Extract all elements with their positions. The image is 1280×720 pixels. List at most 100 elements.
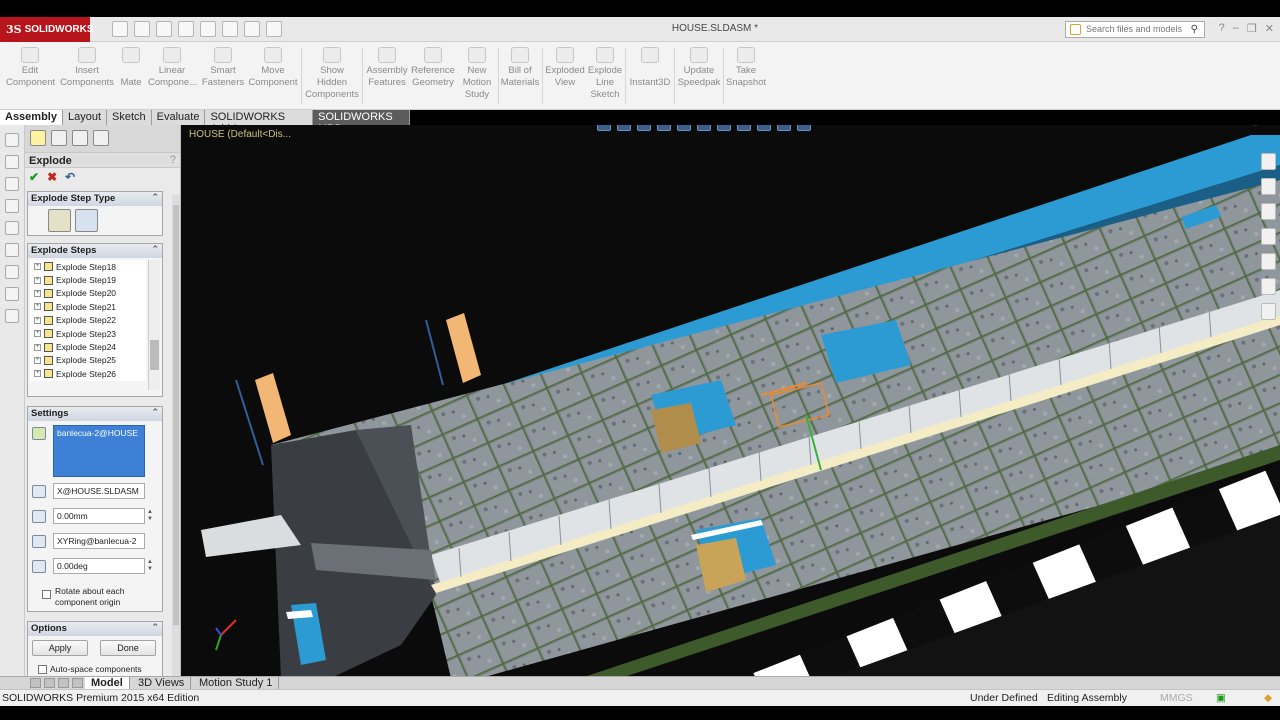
- viewport-restore-icon[interactable]: ❐: [1236, 125, 1244, 127]
- linear-component-pattern-button[interactable]: Linear Compone...: [148, 47, 197, 89]
- options-header[interactable]: Options ⌃: [28, 622, 162, 636]
- steps-scrollbar[interactable]: [148, 260, 160, 390]
- expand-icon[interactable]: +: [34, 303, 41, 311]
- list-item[interactable]: + Explode Step18: [30, 260, 146, 273]
- list-item[interactable]: + Explode Step21: [30, 300, 146, 313]
- take-snapshot-button[interactable]: Take Snapshot: [726, 47, 766, 89]
- expand-icon[interactable]: +: [34, 356, 41, 364]
- expand-icon[interactable]: +: [34, 370, 41, 378]
- open-icon[interactable]: [134, 21, 150, 37]
- expand-icon[interactable]: +: [34, 276, 41, 284]
- list-item[interactable]: + Explode Step26: [30, 367, 146, 380]
- explode-steps-header[interactable]: Explode Steps ⌃: [28, 244, 162, 258]
- tab-evaluate[interactable]: Evaluate: [151, 110, 206, 125]
- previous-view-icon[interactable]: [637, 125, 651, 131]
- list-item[interactable]: + Explode Step19: [30, 273, 146, 286]
- search-icon[interactable]: ⚲: [1191, 24, 1198, 35]
- list-item[interactable]: + Explode Step20: [30, 287, 146, 300]
- options-icon[interactable]: [266, 21, 282, 37]
- feature-manager-icon[interactable]: [5, 133, 19, 147]
- insert-components-button[interactable]: Insert Components: [60, 47, 114, 89]
- configuration-manager-icon[interactable]: [5, 177, 19, 191]
- angle-spinner[interactable]: ▲ ▼: [147, 559, 155, 573]
- explode-step-type-header[interactable]: Explode Step Type ⌃: [28, 192, 162, 206]
- rebuild-icon[interactable]: [244, 21, 260, 37]
- view-orientation-icon[interactable]: [697, 125, 711, 131]
- zoom-to-area-icon[interactable]: [617, 125, 631, 131]
- appearance-tab-icon[interactable]: [93, 130, 109, 146]
- list-item[interactable]: + Explode Step22: [30, 314, 146, 327]
- last-tab-icon[interactable]: [72, 678, 83, 688]
- tab-layout[interactable]: Layout: [62, 110, 108, 125]
- settings-header[interactable]: Settings ⌃: [28, 407, 162, 421]
- list-item[interactable]: + Explode Step23: [30, 327, 146, 340]
- solidworks-forum-icon[interactable]: [1260, 303, 1276, 320]
- first-tab-icon[interactable]: [30, 678, 41, 688]
- move-component-button[interactable]: Move Component: [247, 47, 299, 89]
- smart-dimension-icon[interactable]: [5, 265, 19, 279]
- collapse-icon[interactable]: ⌃: [151, 244, 159, 255]
- edit-appearance-icon[interactable]: [757, 125, 771, 131]
- new-motion-study-button[interactable]: New Motion Study: [460, 47, 494, 101]
- rotation-axis-icon[interactable]: [32, 535, 46, 548]
- collapse-icon[interactable]: ⌃: [151, 192, 159, 203]
- solidworks-resources-icon[interactable]: [1260, 153, 1276, 170]
- property-manager-icon[interactable]: [5, 155, 19, 169]
- dimxpert-icon[interactable]: [5, 199, 19, 213]
- edit-component-button[interactable]: Edit Component: [6, 47, 55, 89]
- sketch-icon[interactable]: [5, 243, 19, 257]
- tab-assembly[interactable]: Assembly: [0, 110, 63, 125]
- viewport-minimize-icon[interactable]: ▭: [1220, 125, 1229, 127]
- restore-icon[interactable]: ❐: [1247, 22, 1257, 35]
- scrollbar-thumb[interactable]: [173, 205, 179, 625]
- house-model-render[interactable]: [181, 125, 1280, 678]
- select-icon[interactable]: [222, 21, 238, 37]
- prev-tab-icon[interactable]: [44, 678, 55, 688]
- rotation-angle-input[interactable]: 0.00deg: [53, 558, 145, 574]
- config-tab-icon[interactable]: [72, 130, 88, 146]
- instant3d-button[interactable]: Instant3D: [628, 47, 672, 89]
- expand-icon[interactable]: +: [34, 263, 41, 271]
- component-selection-box[interactable]: banlecua-2@HOUSE: [53, 425, 145, 477]
- minimize-icon[interactable]: –: [1233, 22, 1239, 35]
- print-icon[interactable]: [178, 21, 194, 37]
- tab-solidworks-mbd[interactable]: SOLIDWORKS MBD: [313, 110, 410, 135]
- cancel-x-icon[interactable]: ✖: [47, 170, 57, 185]
- dynamic-annotation-icon[interactable]: [677, 125, 691, 131]
- viewport-close-icon[interactable]: ✕: [1266, 125, 1274, 127]
- zoom-to-fit-icon[interactable]: [597, 125, 611, 131]
- reference-geometry-button[interactable]: Reference Geometry: [411, 47, 455, 89]
- explode-direction-icon[interactable]: [32, 485, 46, 498]
- help-icon[interactable]: ?: [170, 154, 176, 166]
- bill-of-materials-button[interactable]: Bill of Materials: [500, 47, 540, 89]
- expand-icon[interactable]: +: [34, 316, 41, 324]
- file-explorer-icon[interactable]: [1260, 203, 1276, 220]
- expand-icon[interactable]: +: [34, 289, 41, 297]
- view-settings-icon[interactable]: [797, 125, 811, 131]
- expand-icon[interactable]: +: [34, 330, 41, 338]
- expand-icon[interactable]: +: [34, 343, 41, 351]
- ok-checkmark-icon[interactable]: ✔: [29, 170, 39, 185]
- scrollbar-thumb[interactable]: [150, 340, 159, 370]
- display-manager-icon[interactable]: [5, 221, 19, 235]
- viewport-maximize-icon[interactable]: ▢: [1251, 125, 1260, 127]
- smart-fasteners-button[interactable]: Smart Fasteners: [201, 47, 245, 89]
- regular-step-icon[interactable]: [48, 209, 71, 232]
- help-icon[interactable]: ?: [1219, 22, 1225, 35]
- tab-sketch[interactable]: Sketch: [107, 110, 152, 125]
- notes-icon[interactable]: [5, 309, 19, 323]
- graphics-area[interactable]: HOUSE (Default<Dis... ▭ ❐ ▢ ✕: [181, 125, 1280, 678]
- assembly-features-button[interactable]: Assembly Features: [365, 47, 409, 89]
- feature-tree-flyout[interactable]: HOUSE (Default<Dis...: [189, 129, 291, 140]
- close-icon[interactable]: ✕: [1265, 22, 1274, 35]
- rebuild-status-icon[interactable]: ▣: [1216, 692, 1226, 704]
- section-view-icon[interactable]: [657, 125, 671, 131]
- new-document-icon[interactable]: [112, 21, 128, 37]
- undo-icon[interactable]: [200, 21, 216, 37]
- unit-system[interactable]: MMGS: [1160, 692, 1193, 704]
- done-button[interactable]: Done: [100, 640, 156, 656]
- mate-button[interactable]: Mate: [117, 47, 145, 89]
- custom-properties-icon[interactable]: [1260, 278, 1276, 295]
- rotate-about-origin-checkbox[interactable]: [42, 590, 51, 599]
- apply-button[interactable]: Apply: [32, 640, 88, 656]
